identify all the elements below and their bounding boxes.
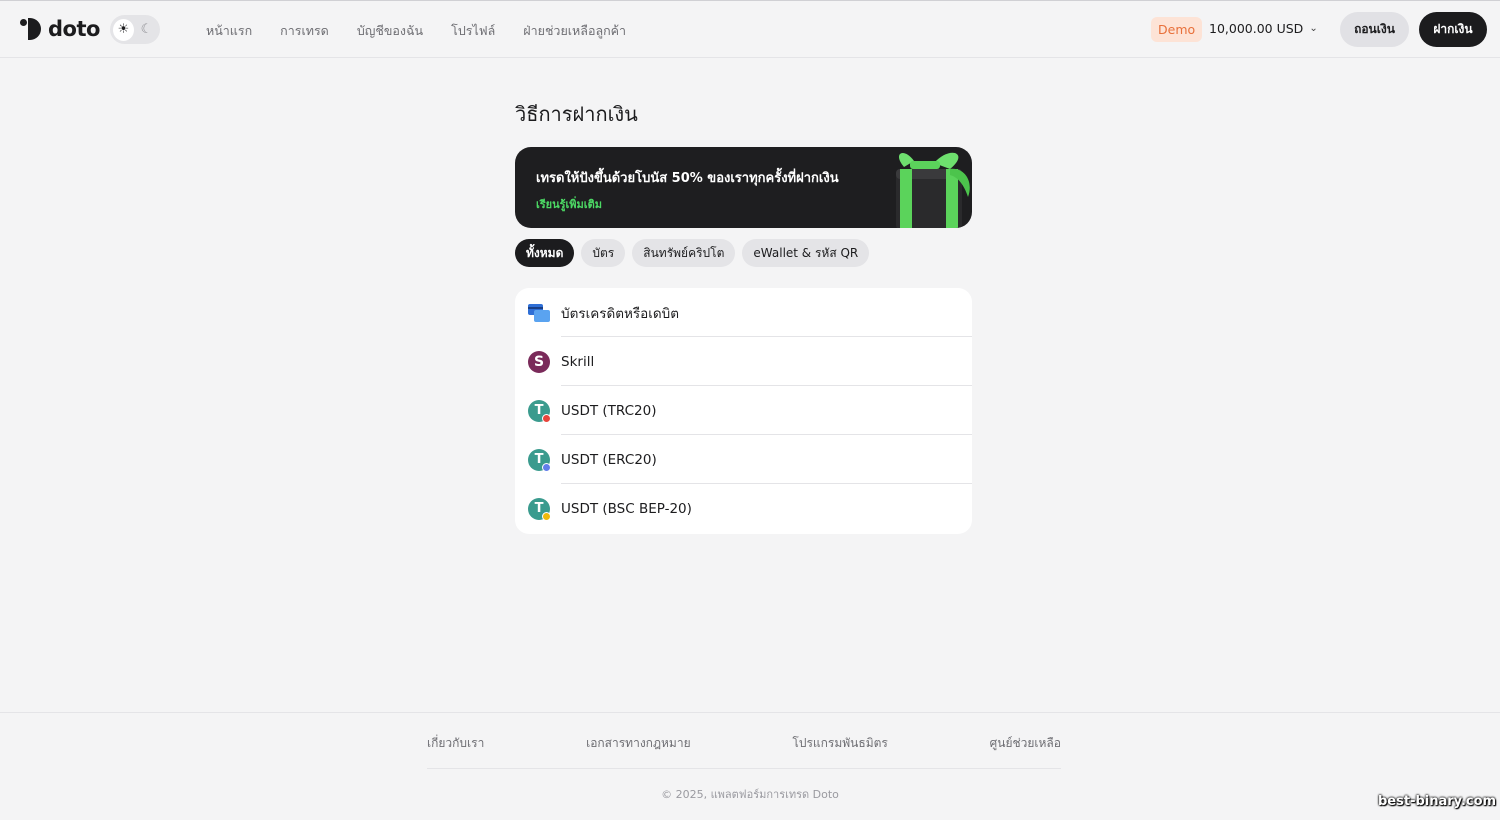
learn-more-link[interactable]: เรียนรู้เพิ่มเติม: [536, 195, 602, 213]
gift-icon: [896, 152, 970, 228]
footer-link-about[interactable]: เกี่ยวกับเรา: [427, 734, 484, 753]
nav-my-accounts[interactable]: บัญชีของฉัน: [357, 21, 423, 41]
method-filter-tabs: ทั้งหมด บัตร สินทรัพย์คริปโต eWallet & ร…: [515, 239, 870, 267]
balance-selector[interactable]: 10,000.00 USD ⌄: [1209, 21, 1318, 36]
tab-all[interactable]: ทั้งหมด: [515, 239, 575, 267]
bonus-banner[interactable]: เทรดให้ปังขึ้นด้วยโบนัส 50% ของเราทุกครั…: [515, 147, 972, 228]
footer-divider: [0, 712, 1500, 713]
doto-logo-icon: [20, 18, 42, 40]
card-icon: [528, 302, 550, 324]
sun-icon[interactable]: ☀: [113, 18, 134, 41]
tab-crypto[interactable]: สินทรัพย์คริปโต: [632, 239, 736, 267]
tab-ewallet-qr[interactable]: eWallet & รหัส QR: [742, 239, 870, 267]
page-title: วิธีการฝากเงิน: [515, 102, 638, 126]
theme-toggle[interactable]: ☀ ☾: [110, 15, 160, 44]
method-usdt-trc20[interactable]: T USDT (TRC20): [515, 386, 972, 435]
main-nav: หน้าแรก การเทรด บัญชีของฉัน โปรไฟล์ ฝ่าย…: [206, 21, 626, 41]
moon-icon[interactable]: ☾: [136, 19, 157, 41]
nav-home[interactable]: หน้าแรก: [206, 21, 252, 41]
deposit-methods-list: บัตรเครดิตหรือเดบิต S Skrill T USDT (TRC…: [515, 288, 972, 534]
usdt-bep20-icon: T: [528, 497, 551, 521]
skrill-icon: S: [528, 350, 550, 373]
logo[interactable]: doto: [20, 17, 100, 41]
footer-separator: [427, 768, 1061, 769]
chevron-down-icon: ⌄: [1309, 23, 1318, 34]
tab-cards[interactable]: บัตร: [581, 239, 626, 267]
usdt-erc20-icon: T: [528, 448, 551, 472]
watermark: best-binary.com: [1378, 794, 1497, 809]
nav-support[interactable]: ฝ่ายช่วยเหลือลูกค้า: [523, 21, 626, 41]
footer-link-legal[interactable]: เอกสารทางกฎหมาย: [586, 734, 691, 753]
method-usdt-bep20[interactable]: T USDT (BSC BEP-20): [515, 484, 972, 533]
logo-text: doto: [48, 17, 100, 41]
banner-text: เทรดให้ปังขึ้นด้วยโบนัส 50% ของเราทุกครั…: [536, 171, 839, 186]
usdt-trc20-icon: T: [528, 399, 551, 423]
top-header: doto ☀ ☾ หน้าแรก การเทรด บัญชีของฉัน โปร…: [0, 1, 1500, 58]
method-label: USDT (ERC20): [561, 451, 657, 468]
method-label: USDT (BSC BEP-20): [561, 500, 692, 517]
method-usdt-erc20[interactable]: T USDT (ERC20): [515, 435, 972, 484]
footer-link-partners[interactable]: โปรแกรมพันธมิตร: [792, 734, 887, 753]
copyright: © 2025, แพลตฟอร์มการเทรด Doto: [661, 788, 839, 801]
method-label: USDT (TRC20): [561, 402, 657, 419]
deposit-button[interactable]: ฝากเงิน: [1419, 12, 1487, 47]
method-skrill[interactable]: S Skrill: [515, 337, 972, 386]
method-label: บัตรเครดิตหรือเดบิต: [561, 305, 679, 322]
footer-link-help-center[interactable]: ศูนย์ช่วยเหลือ: [990, 734, 1061, 753]
nav-trading[interactable]: การเทรด: [280, 21, 329, 41]
withdraw-button[interactable]: ถอนเงิน: [1340, 12, 1409, 47]
footer-links: เกี่ยวกับเรา เอกสารทางกฎหมาย โปรแกรมพันธ…: [427, 734, 1061, 753]
account-type-badge[interactable]: Demo: [1151, 17, 1203, 42]
balance-amount: 10,000.00 USD: [1209, 21, 1304, 36]
method-label: Skrill: [561, 353, 595, 370]
method-card[interactable]: บัตรเครดิตหรือเดบิต: [515, 288, 972, 337]
nav-profile[interactable]: โปรไฟล์: [451, 21, 495, 41]
